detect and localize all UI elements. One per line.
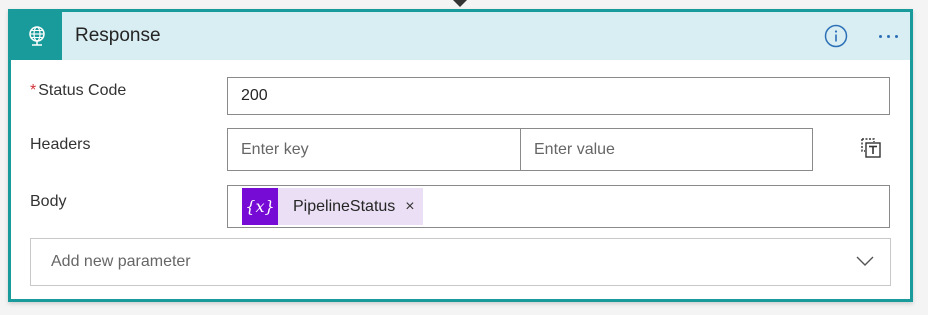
body-input[interactable]: {x} PipelineStatus × bbox=[227, 185, 890, 228]
status-code-input[interactable]: 200 bbox=[227, 77, 890, 115]
token-label: PipelineStatus bbox=[293, 197, 396, 215]
header-value-input[interactable]: Enter value bbox=[520, 128, 813, 171]
info-icon bbox=[824, 24, 848, 48]
add-new-parameter-dropdown[interactable]: Add new parameter bbox=[30, 238, 891, 286]
status-code-label: * Status Code bbox=[30, 82, 126, 100]
card-title: Response bbox=[75, 25, 161, 46]
status-code-label-text: Status Code bbox=[38, 82, 127, 99]
dynamic-content-token[interactable]: {x} PipelineStatus × bbox=[242, 188, 423, 225]
add-new-parameter-placeholder: Add new parameter bbox=[51, 253, 191, 270]
headers-label: Headers bbox=[30, 136, 91, 153]
more-options-button[interactable] bbox=[873, 24, 903, 48]
globe-icon bbox=[28, 26, 45, 46]
switch-to-text-mode-icon bbox=[861, 138, 881, 158]
variable-icon: {x} bbox=[242, 188, 278, 225]
action-icon-box bbox=[11, 12, 62, 60]
header-key-input[interactable]: Enter key bbox=[227, 128, 520, 171]
response-action-card: Response * Status Code 200 Headers Enter … bbox=[8, 9, 913, 302]
remove-token-button[interactable]: × bbox=[401, 188, 422, 225]
info-button[interactable] bbox=[824, 24, 848, 48]
connector-arrow bbox=[453, 0, 467, 7]
body-label: Body bbox=[30, 193, 67, 210]
more-options-icon bbox=[878, 34, 882, 38]
chevron-down-icon bbox=[856, 256, 874, 266]
switch-to-text-mode-button[interactable] bbox=[859, 136, 883, 160]
more-options-dot bbox=[886, 34, 890, 38]
more-options-dot bbox=[894, 34, 898, 38]
required-marker: * bbox=[30, 82, 37, 99]
card-header[interactable]: Response bbox=[11, 12, 910, 60]
